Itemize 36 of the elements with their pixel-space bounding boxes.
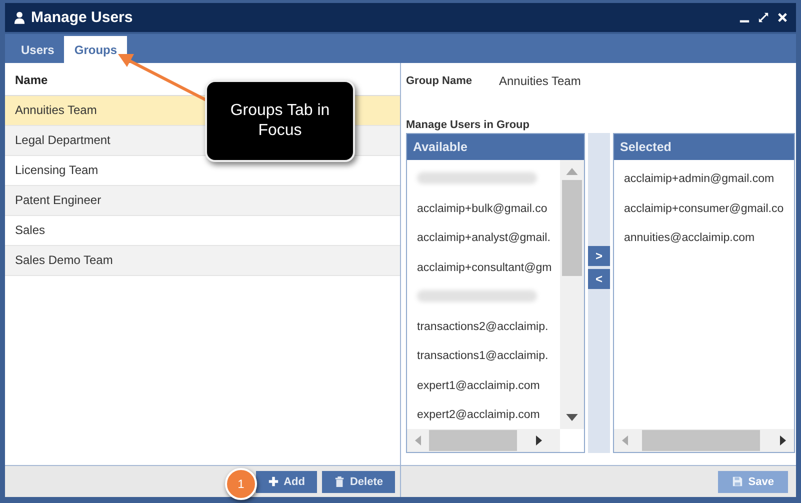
move-button[interactable]: <	[588, 269, 610, 289]
user-icon	[14, 11, 25, 24]
panel-header: Selected	[614, 134, 794, 160]
list-item[interactable]: transactions2@acclaimip.	[407, 316, 560, 345]
horizontal-scrollbar[interactable]	[407, 429, 584, 452]
list-item[interactable]: acclaimip+consumer@gmail.co	[614, 198, 794, 227]
group-row[interactable]: Patent Engineer	[5, 186, 400, 216]
add-button[interactable]: Add	[256, 470, 317, 492]
horizontal-scrollbar[interactable]	[614, 429, 794, 452]
list-item[interactable]: annuities@acclaimip.com	[614, 227, 794, 256]
expand-icon[interactable]	[758, 12, 769, 23]
scroll-right-icon[interactable]	[536, 435, 542, 446]
scroll-down-icon[interactable]	[566, 414, 578, 421]
list-item[interactable]: transactions1@acclaimip.	[407, 345, 560, 374]
close-icon[interactable]	[777, 12, 788, 23]
list-item[interactable]: acclaimip+analyst@gmail.	[407, 227, 560, 256]
delete-button[interactable]: Delete	[322, 470, 395, 492]
scroll-right-icon[interactable]	[780, 435, 786, 446]
list-item[interactable]: expert1@acclaimip.com	[407, 374, 560, 404]
tab[interactable]: Users	[11, 36, 64, 63]
tab[interactable]: Groups	[64, 36, 128, 63]
trash-icon	[334, 476, 345, 487]
group-name-label: Group Name	[406, 75, 474, 87]
window-title: Manage Users	[31, 9, 133, 26]
panel-header: Available	[407, 134, 584, 160]
list-item[interactable]: acclaimip+admin@gmail.com	[614, 168, 794, 198]
callout-tooltip: Groups Tab in Focus	[205, 80, 355, 162]
vertical-scrollbar[interactable]	[560, 160, 584, 429]
list-item[interactable]: expert2@acclaimip.com	[407, 404, 560, 429]
section-title: Manage Users in Group	[406, 119, 530, 133]
plus-icon	[268, 476, 279, 487]
group-row[interactable]: Sales Demo Team	[5, 246, 400, 276]
group-name-value: Annuities Team	[499, 74, 581, 88]
list-item[interactable]: acclaimip+consultant@gm	[407, 256, 560, 286]
move-button[interactable]: >	[588, 246, 610, 266]
list-item[interactable]: acclaimip+bulk@gmail.co	[407, 198, 560, 227]
